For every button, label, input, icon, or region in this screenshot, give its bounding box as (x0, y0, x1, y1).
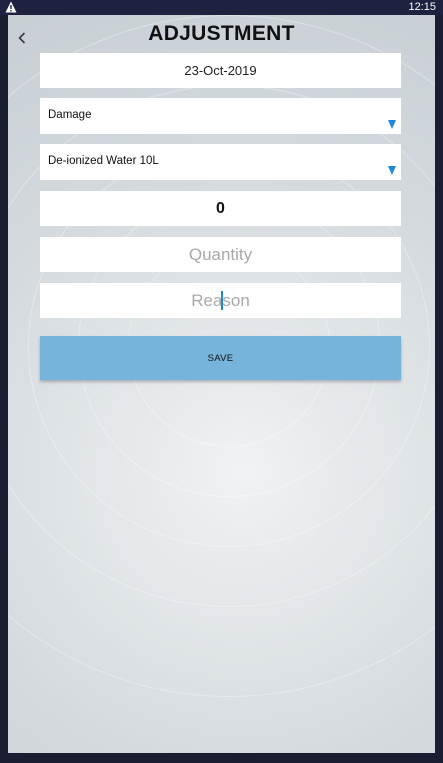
warning-triangle-icon (5, 1, 17, 13)
adjustment-type-value: Damage (48, 109, 92, 121)
date-field[interactable]: 23-Oct-2019 (40, 53, 401, 88)
status-time: 12:15 (408, 1, 436, 13)
dropdown-arrow-icon (388, 120, 396, 129)
save-button[interactable]: SAVE (40, 336, 401, 380)
adjustment-screen: ADJUSTMENT 23-Oct-2019 Damage De-ionized… (8, 15, 435, 753)
status-bar: 12:15 (0, 0, 443, 15)
product-value: De-ionized Water 10L (48, 155, 159, 167)
text-cursor (221, 291, 223, 310)
product-select[interactable]: De-ionized Water 10L (40, 144, 401, 180)
page-title: ADJUSTMENT (148, 22, 295, 45)
current-count-field: 0 (40, 191, 401, 226)
dropdown-arrow-icon (388, 166, 396, 175)
quantity-input[interactable] (40, 237, 401, 272)
reason-input[interactable]: Reason (40, 283, 401, 318)
adjustment-type-select[interactable]: Damage (40, 98, 401, 134)
date-value: 23-Oct-2019 (184, 63, 257, 78)
current-count-value: 0 (216, 199, 225, 217)
bottom-bar (0, 753, 443, 763)
